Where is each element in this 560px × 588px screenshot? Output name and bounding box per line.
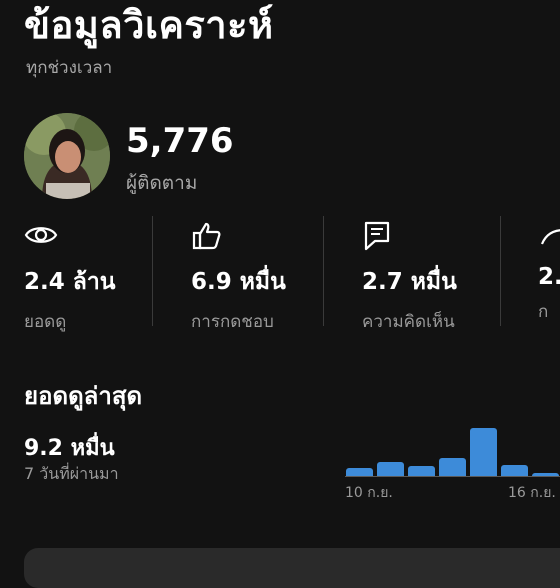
chart-bar xyxy=(470,428,497,476)
stat-value: 2.7 หมื่น xyxy=(362,269,457,295)
stat-label: ความคิดเห็น xyxy=(362,312,455,332)
stat-value: 2.4 ล้าน xyxy=(24,269,116,295)
stat-comments[interactable]: 2.7 หมื่น ความคิดเห็น xyxy=(362,220,502,335)
subscriber-count: 5,776 xyxy=(126,121,234,161)
stat-label: การกดชอบ xyxy=(191,312,274,332)
chart-bar xyxy=(377,462,404,476)
stat-value: 6.9 หมื่น xyxy=(191,269,286,295)
stat-label: ยอดดู xyxy=(24,312,67,332)
avatar[interactable] xyxy=(24,113,110,199)
stat-shares[interactable]: 2. ก xyxy=(538,220,560,325)
divider xyxy=(500,216,501,326)
chart-bar xyxy=(346,468,373,476)
eye-icon xyxy=(24,227,58,243)
recent-views-value: 9.2 หมื่น xyxy=(24,436,115,461)
tick-label: 16 ก.ย. xyxy=(508,485,556,501)
chart-bar xyxy=(408,466,435,476)
stat-value: 2. xyxy=(538,264,560,290)
time-range-label[interactable]: ทุกช่วงเวลา xyxy=(26,54,112,81)
stat-views[interactable]: 2.4 ล้าน ยอดดู xyxy=(24,220,164,335)
chart-axis xyxy=(345,476,560,477)
tick-label: 10 ก.ย. xyxy=(345,485,393,501)
subscriber-label: ผู้ติดตาม xyxy=(126,172,198,194)
page-title: ข้อมูลวิเคราะห์ xyxy=(24,3,274,47)
divider xyxy=(323,216,324,326)
comment-icon xyxy=(364,221,390,251)
stat-likes[interactable]: 6.9 หมื่น การกดชอบ xyxy=(191,220,331,335)
stat-label: ก xyxy=(538,302,549,322)
recent-views-title: ยอดดูล่าสุด xyxy=(24,382,143,410)
chart-bar xyxy=(439,458,466,476)
bottom-card[interactable] xyxy=(24,548,560,588)
divider xyxy=(152,216,153,326)
thumbs-up-icon xyxy=(192,222,221,250)
recent-views-period: 7 วันที่ผ่านมา xyxy=(24,464,119,483)
chart-bar xyxy=(501,465,528,476)
share-icon xyxy=(540,229,560,245)
